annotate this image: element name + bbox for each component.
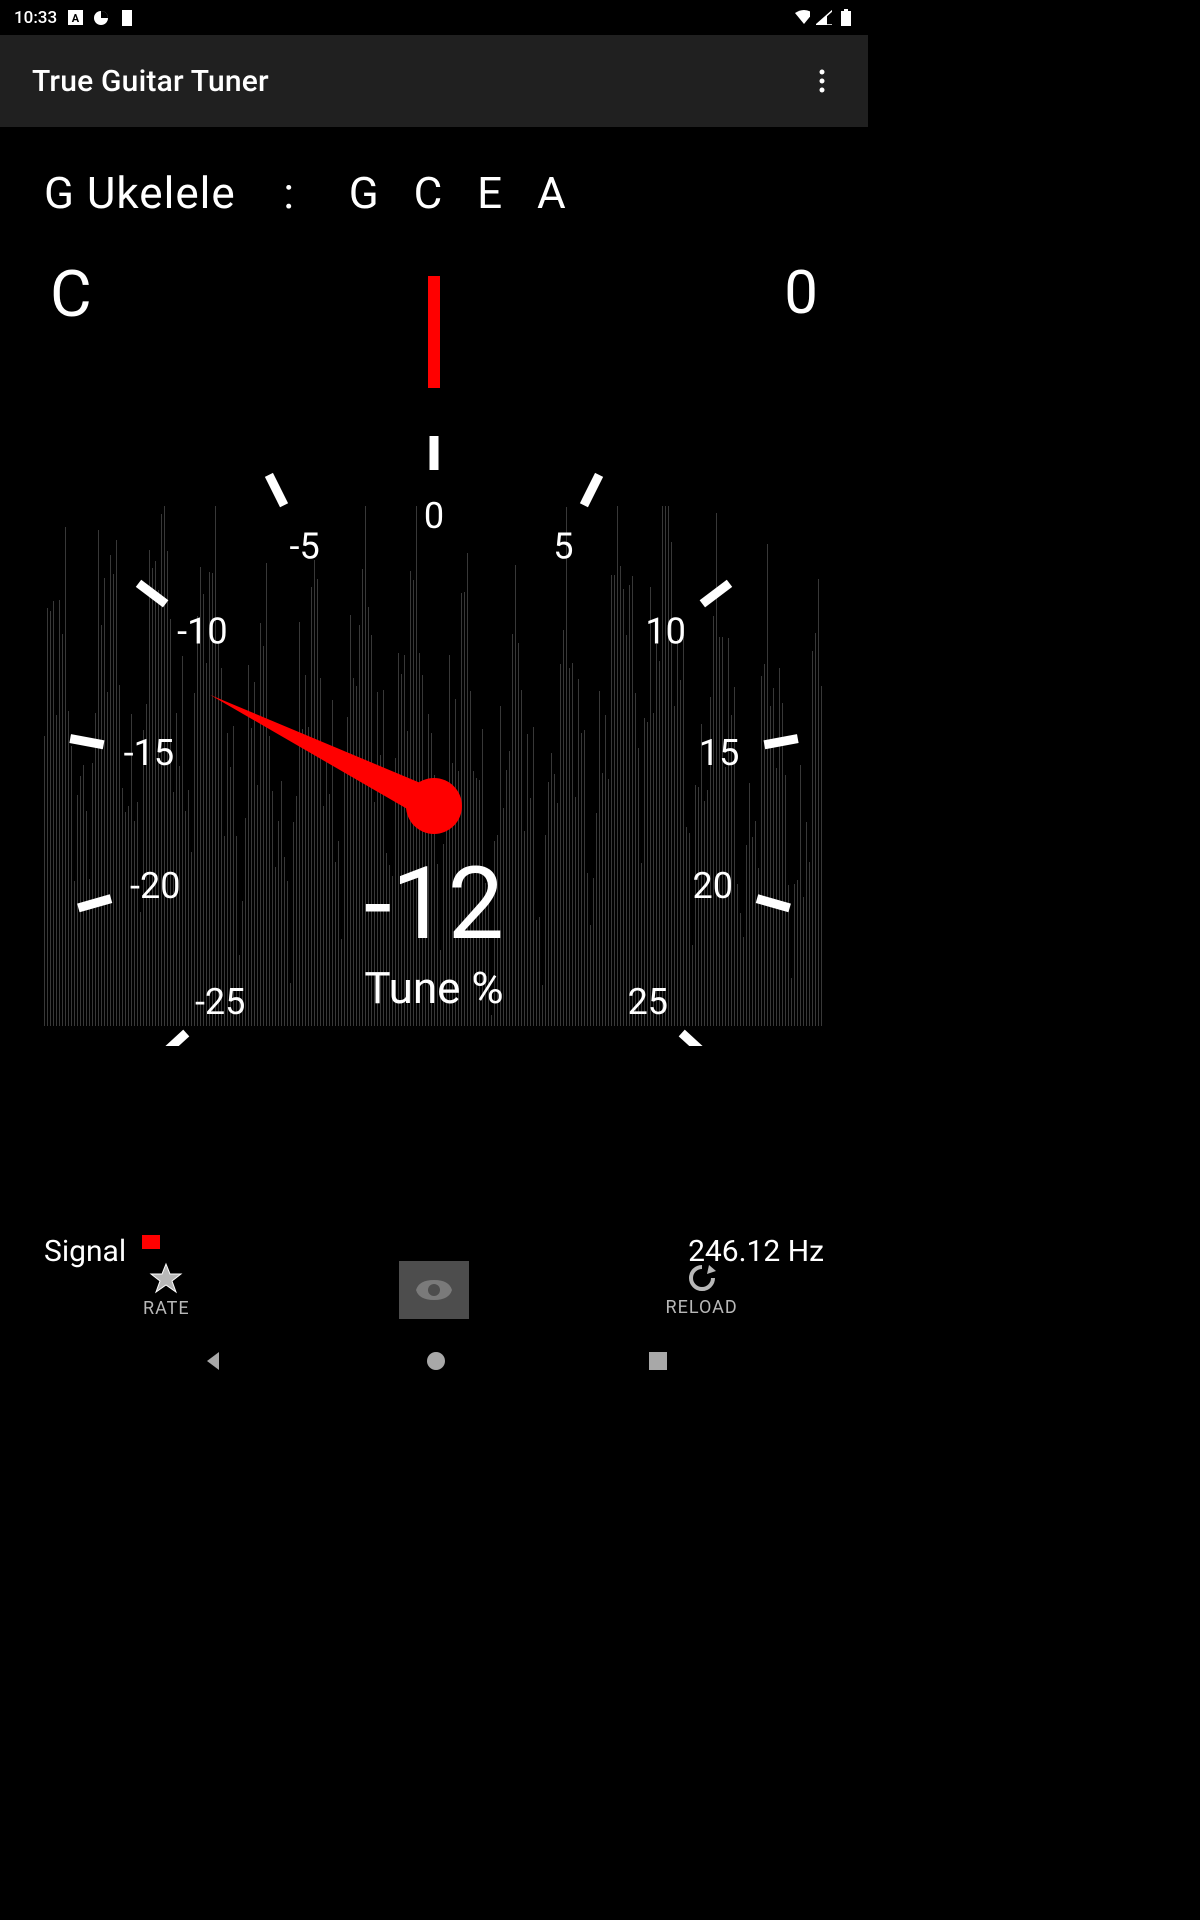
system-nav-bar [0,1333,868,1389]
signal-icon [816,10,832,26]
keyboard-icon: A [67,10,83,26]
app-title: True Guitar Tuner [32,64,269,99]
signal-level-indicator [142,1235,160,1249]
svg-text:-15: -15 [124,732,174,774]
tuning-name: G Ukelele [44,167,236,219]
svg-text:15: 15 [699,732,739,774]
tuning-notes: G C E A [349,167,578,219]
cents-value: -12 [0,846,868,963]
tuning-separator: : [283,167,295,219]
reload-icon [602,1263,802,1293]
rate-button[interactable]: RATE [66,1262,266,1319]
gauge-unit-label: Tune % [0,962,868,1014]
eye-icon [415,1278,453,1302]
svg-text:A: A [71,12,79,25]
status-time: 10:33 [14,8,57,28]
svg-text:-10: -10 [177,610,227,652]
reload-button[interactable]: RELOAD [602,1263,802,1318]
action-bar: RATE RELOAD [0,1251,868,1329]
data-saver-icon [93,10,109,26]
tuning-selection[interactable]: G Ukelele : G C E A [44,167,824,219]
svg-text:10: 10 [645,610,685,652]
reload-label: RELOAD [602,1297,802,1318]
back-button[interactable] [201,1349,225,1373]
battery-icon [838,10,854,26]
visibility-toggle-button[interactable] [399,1261,469,1319]
overflow-menu-button[interactable] [800,59,844,103]
rate-label: RATE [66,1298,266,1319]
gauge-area: -25-20-15-10-50510152025 -12 Tune % [0,246,868,1066]
star-icon [66,1262,266,1294]
svg-text:5: 5 [553,525,573,567]
wifi-icon [794,10,810,26]
sd-card-icon [119,10,135,26]
svg-text:0: 0 [424,495,444,537]
more-vert-icon [819,69,825,93]
status-bar: 10:33 A [0,0,868,35]
app-bar: True Guitar Tuner [0,35,868,127]
recents-button[interactable] [648,1351,668,1371]
home-button[interactable] [425,1350,447,1372]
svg-text:-5: -5 [290,525,320,567]
